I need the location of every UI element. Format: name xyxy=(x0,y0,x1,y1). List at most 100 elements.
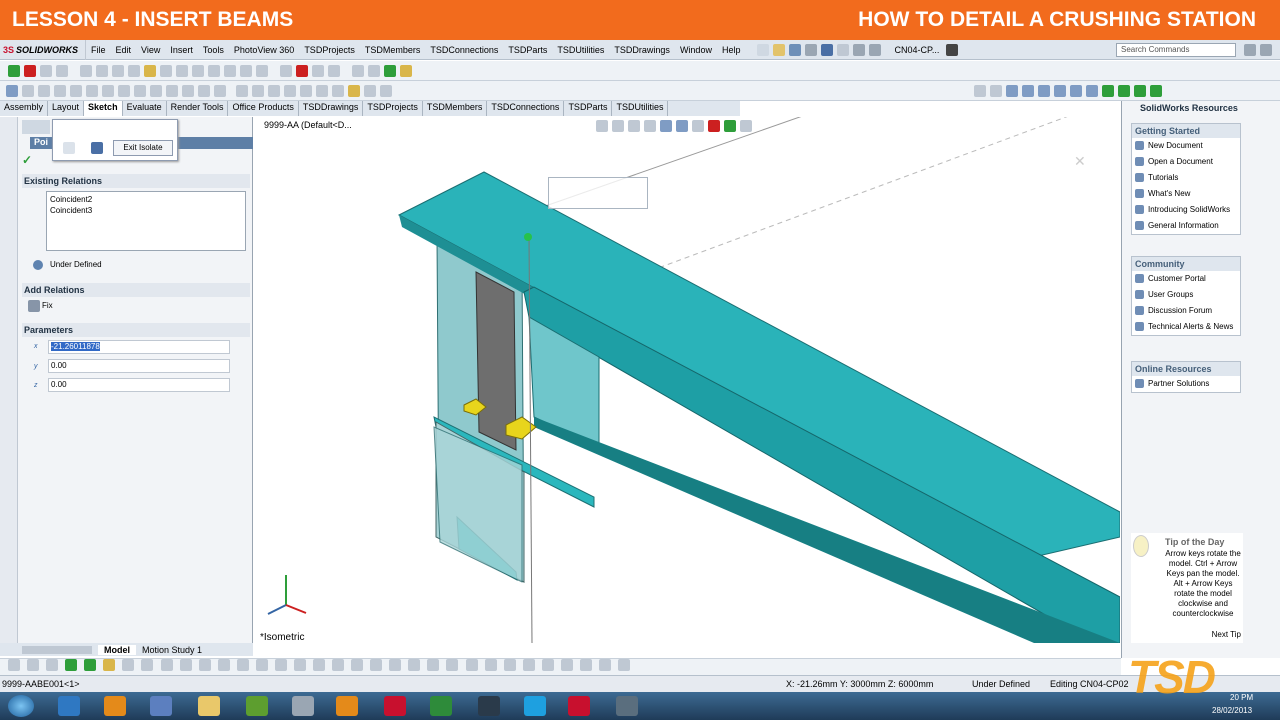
feature-tree-flyout[interactable]: 9999-AA (Default<D... xyxy=(264,120,352,130)
repair-icon[interactable] xyxy=(348,84,360,97)
tool-icon[interactable] xyxy=(224,64,236,77)
fix-relation[interactable]: Fix xyxy=(42,301,53,310)
solidworks-icon[interactable] xyxy=(568,696,590,716)
existing-relations-header[interactable]: Existing Relations xyxy=(22,174,250,188)
ok-check-icon[interactable]: ✓ xyxy=(22,153,32,167)
tool-icon[interactable] xyxy=(293,659,306,672)
tab-motion-study[interactable]: Motion Study 1 xyxy=(136,645,208,655)
save-icon[interactable] xyxy=(789,43,802,56)
tool-icon[interactable] xyxy=(141,659,154,672)
tool-icon[interactable] xyxy=(579,659,592,672)
z-coordinate-input[interactable]: 0.00 xyxy=(48,378,230,392)
ellipse-icon[interactable] xyxy=(150,84,162,97)
tool-icon[interactable] xyxy=(541,659,554,672)
tool-icon[interactable] xyxy=(560,659,573,672)
sketch-icon[interactable] xyxy=(6,84,18,97)
view-tool-icon[interactable] xyxy=(1038,84,1050,97)
app-icon[interactable] xyxy=(246,696,268,716)
tool-icon[interactable] xyxy=(176,64,188,77)
tool-icon[interactable] xyxy=(208,64,220,77)
tool-icon[interactable] xyxy=(384,64,396,77)
feature-tree-tabs[interactable] xyxy=(22,120,50,134)
link-discussion-forum[interactable]: Discussion Forum xyxy=(1132,303,1240,319)
search-knowledge-icon[interactable] xyxy=(946,43,959,56)
tool-icon[interactable] xyxy=(198,659,211,672)
tab-render-tools[interactable]: Render Tools xyxy=(167,101,229,116)
tab-tsdmembers[interactable]: TSDMembers xyxy=(423,101,488,116)
tool-icon[interactable] xyxy=(352,64,364,77)
tool-icon[interactable] xyxy=(351,659,364,672)
tool-icon[interactable] xyxy=(96,64,108,77)
view-tool-icon[interactable] xyxy=(1134,84,1146,97)
excel-icon[interactable] xyxy=(430,696,452,716)
section-view-icon[interactable] xyxy=(644,120,656,132)
help-icon[interactable] xyxy=(1244,43,1256,56)
rectangle-icon[interactable] xyxy=(54,84,66,97)
relations-icon[interactable] xyxy=(332,84,344,97)
tool-icon[interactable] xyxy=(84,659,97,672)
explorer-icon[interactable] xyxy=(198,696,220,716)
view-tool-icon[interactable] xyxy=(1070,84,1082,97)
view-tool-icon[interactable] xyxy=(1022,84,1034,97)
tool-icon[interactable] xyxy=(256,64,268,77)
menu-insert[interactable]: Insert xyxy=(165,45,198,55)
y-coordinate-input[interactable]: 0.00 xyxy=(48,359,230,373)
tab-tsddrawings[interactable]: TSDDrawings xyxy=(299,101,364,116)
tool-icon[interactable] xyxy=(27,659,40,672)
tool-icon[interactable] xyxy=(236,659,249,672)
parameters-header[interactable]: Parameters xyxy=(22,323,250,337)
tool-icon[interactable] xyxy=(240,64,252,77)
tool-icon[interactable] xyxy=(65,659,78,672)
edit-appearance-icon[interactable] xyxy=(708,120,720,132)
tool-icon[interactable] xyxy=(312,64,324,77)
tool-icon[interactable] xyxy=(46,659,59,672)
plane-icon[interactable] xyxy=(182,84,194,97)
view-settings-icon[interactable] xyxy=(740,120,752,132)
menu-view[interactable]: View xyxy=(136,45,165,55)
tool-icon[interactable] xyxy=(328,64,340,77)
context-toolbar[interactable] xyxy=(548,177,648,209)
window-controls-icon[interactable] xyxy=(1260,43,1272,56)
save-isolate-icon[interactable] xyxy=(91,142,103,154)
trim-icon[interactable] xyxy=(252,84,264,97)
link-whats-new[interactable]: What's New xyxy=(1132,186,1240,202)
fix-icon[interactable] xyxy=(28,300,40,312)
solidworks-icon[interactable] xyxy=(384,696,406,716)
tool-icon[interactable] xyxy=(522,659,535,672)
tab-tsdprojects[interactable]: TSDProjects xyxy=(363,101,423,116)
graphics-area[interactable]: *Isometric 9999-AA (Default<D... ✕ xyxy=(254,117,1120,643)
tool-icon[interactable] xyxy=(192,64,204,77)
offset-icon[interactable] xyxy=(284,84,296,97)
tab-scroll-arrows[interactable] xyxy=(22,645,92,654)
link-customer-portal[interactable]: Customer Portal xyxy=(1132,271,1240,287)
tool-icon[interactable] xyxy=(144,64,156,77)
link-general-information[interactable]: General Information xyxy=(1132,218,1240,234)
rebuild-icon[interactable] xyxy=(853,43,866,56)
tool-icon[interactable] xyxy=(122,659,135,672)
link-open-document[interactable]: Open a Document xyxy=(1132,154,1240,170)
previous-view-icon[interactable] xyxy=(628,120,640,132)
view-tool-icon[interactable] xyxy=(1006,84,1018,97)
tab-model[interactable]: Model xyxy=(98,644,136,655)
view-tool-icon[interactable] xyxy=(1086,84,1098,97)
calculator-icon[interactable] xyxy=(292,696,314,716)
pattern-icon[interactable] xyxy=(300,84,312,97)
tab-tsdutilities[interactable]: TSDUtilities xyxy=(612,101,669,116)
zoom-fit-icon[interactable] xyxy=(596,120,608,132)
line-icon[interactable] xyxy=(38,84,50,97)
menu-file[interactable]: File xyxy=(86,45,111,55)
command-prompt-icon[interactable] xyxy=(478,696,500,716)
tool-icon[interactable] xyxy=(296,64,308,77)
online-resources-header[interactable]: Online Resources xyxy=(1132,362,1240,376)
menu-tools[interactable]: Tools xyxy=(198,45,229,55)
tool-icon[interactable] xyxy=(274,659,287,672)
tool-icon[interactable] xyxy=(370,659,383,672)
rapid-sketch-icon[interactable] xyxy=(380,84,392,97)
view-tool-icon[interactable] xyxy=(974,84,986,97)
tool-icon[interactable] xyxy=(484,659,497,672)
menu-edit[interactable]: Edit xyxy=(111,45,137,55)
tool-icon[interactable] xyxy=(56,64,68,77)
link-technical-alerts[interactable]: Technical Alerts & News xyxy=(1132,319,1240,335)
media-player-icon[interactable] xyxy=(336,696,358,716)
getting-started-header[interactable]: Getting Started xyxy=(1132,124,1240,138)
